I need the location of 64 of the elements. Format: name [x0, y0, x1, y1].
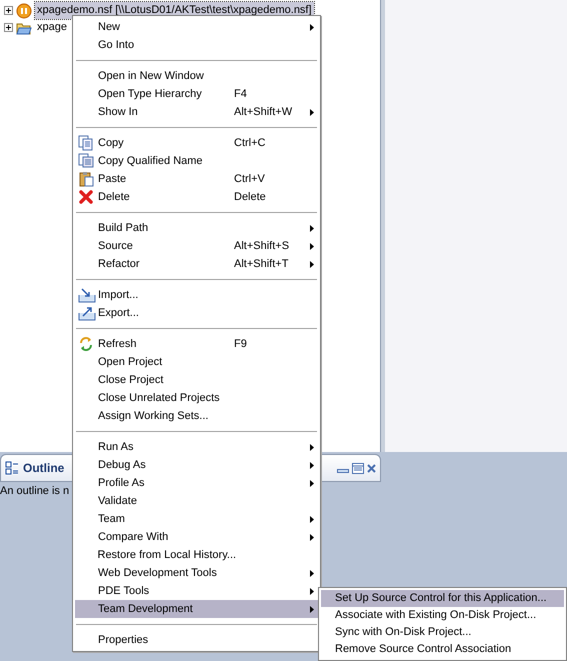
- menu-item[interactable]: Profile As: [75, 474, 318, 492]
- submenu-arrow-icon: [310, 108, 314, 116]
- menu-item[interactable]: Import...: [75, 286, 318, 304]
- submenu-arrow-icon: [310, 480, 314, 486]
- menu-item[interactable]: Copy Ctrl+C: [75, 134, 318, 152]
- menu-item[interactable]: Remove Source Control Association: [321, 641, 564, 658]
- tree-item[interactable]: xpage: [35, 19, 69, 36]
- menu-item[interactable]: Associate with Existing On-Disk Project...: [321, 607, 564, 624]
- menu-item[interactable]: Assign Working Sets...: [75, 407, 318, 425]
- refresh-icon: [78, 336, 94, 352]
- menu-item[interactable]: Open in New Window: [75, 67, 318, 85]
- menu-item[interactable]: Set Up Source Control for this Application...: [321, 590, 564, 607]
- menu-item[interactable]: Close Unrelated Projects: [75, 389, 318, 407]
- submenu-arrow-icon: [310, 242, 314, 250]
- close-icon[interactable]: [367, 464, 376, 472]
- expand-icon[interactable]: [4, 23, 13, 32]
- menu-item[interactable]: Sync with On-Disk Project...: [321, 624, 564, 641]
- menu-item[interactable]: Open Project: [75, 353, 318, 371]
- menu-item[interactable]: Compare With: [75, 528, 318, 546]
- menu-item[interactable]: Go Into: [75, 36, 318, 54]
- menu-item[interactable]: New: [75, 18, 318, 36]
- outline-message: An outline is n: [0, 484, 70, 499]
- menu-item[interactable]: Refresh F9: [75, 335, 318, 353]
- menu-item[interactable]: Build Path: [75, 219, 318, 237]
- database-icon: [16, 2, 32, 18]
- menu-item[interactable]: Debug As: [75, 456, 318, 474]
- submenu-arrow-icon: [310, 260, 314, 268]
- copy-icon: [78, 135, 94, 151]
- submenu-arrow-icon: [310, 606, 314, 612]
- folder-icon: [16, 20, 32, 34]
- menu-item[interactable]: Run As: [75, 438, 318, 456]
- menu-item[interactable]: Delete Delete: [75, 188, 318, 206]
- menu-item[interactable]: Validate: [75, 492, 318, 510]
- menu-item[interactable]: Team Development: [75, 600, 318, 618]
- delete-icon: [78, 189, 94, 205]
- submenu-arrow-icon: [310, 224, 314, 232]
- menu-item[interactable]: PDE Tools: [75, 582, 318, 600]
- panel-title: Outline: [23, 460, 64, 477]
- clipboard-icon: [78, 171, 94, 187]
- menu-item[interactable]: Web Development Tools: [75, 564, 318, 582]
- menu-item[interactable]: Open Type Hierarchy F4: [75, 85, 318, 103]
- submenu-arrow-icon: [310, 24, 314, 30]
- menu-item[interactable]: Export...: [75, 304, 318, 322]
- menu-item[interactable]: Copy Qualified Name: [75, 152, 318, 170]
- submenu-arrow-icon: [310, 444, 314, 450]
- copy-icon: [78, 153, 94, 169]
- menu-item[interactable]: Paste Ctrl+V: [75, 170, 318, 188]
- submenu-arrow-icon: [310, 588, 314, 594]
- expand-icon[interactable]: [4, 6, 13, 15]
- maximize-icon[interactable]: [352, 462, 364, 474]
- menu-item[interactable]: Properties: [75, 631, 318, 649]
- submenu-arrow-icon: [310, 516, 314, 522]
- submenu-arrow-icon: [310, 462, 314, 468]
- outline-icon: [5, 461, 19, 475]
- menu-item[interactable]: Restore from Local History...: [75, 546, 318, 564]
- submenu-arrow-icon: [310, 534, 314, 540]
- menu-item[interactable]: Show In Alt+Shift+W: [75, 103, 318, 121]
- menu-item[interactable]: Refactor Alt+Shift+T: [75, 255, 318, 273]
- export-icon: [78, 305, 96, 321]
- submenu-arrow-icon: [310, 570, 314, 576]
- menu-item[interactable]: Close Project: [75, 371, 318, 389]
- import-icon: [78, 287, 96, 303]
- menu-item[interactable]: Source Alt+Shift+S: [75, 237, 318, 255]
- menu-item[interactable]: Team: [75, 510, 318, 528]
